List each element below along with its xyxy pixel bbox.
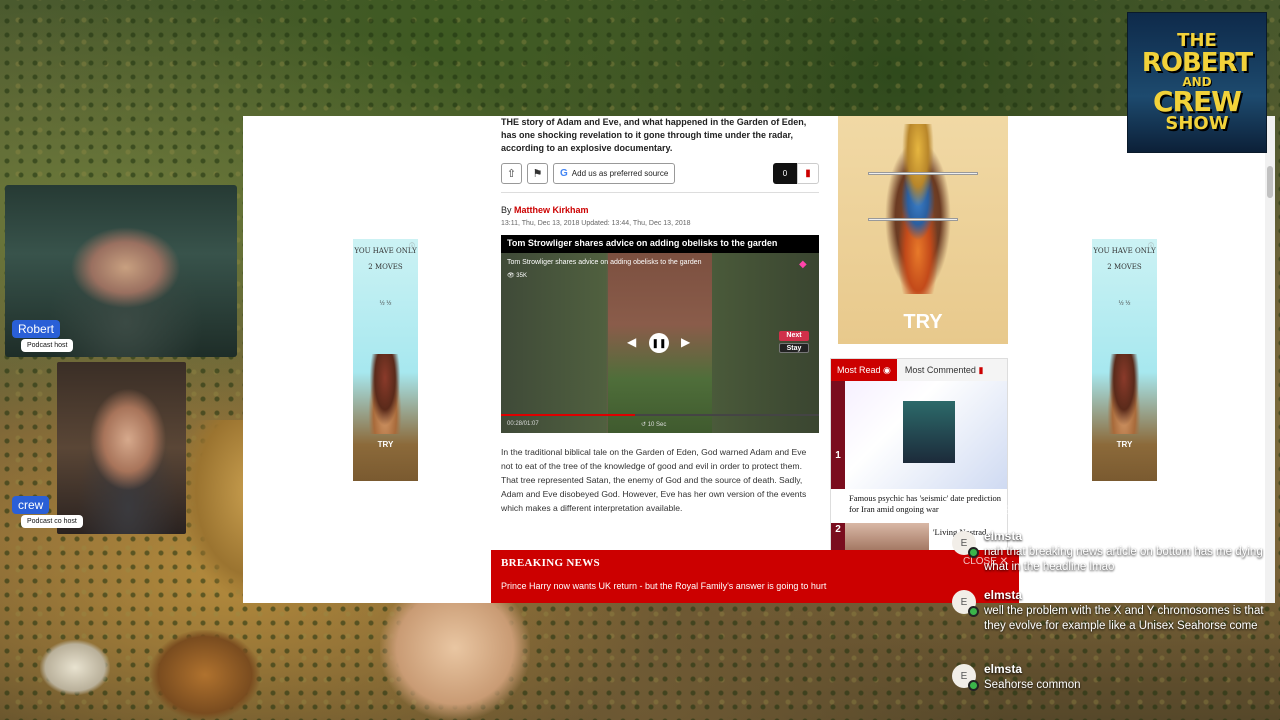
host-role-tag: Podcast host — [21, 339, 74, 352]
logo-line-2: ROBERT — [1141, 48, 1253, 78]
list-item[interactable]: 1 Famous psychic has 'seismic' date pred… — [831, 381, 1007, 521]
comment-icon: ▮ — [978, 364, 984, 375]
ad-pin-2 — [868, 218, 958, 221]
ad-figure — [1106, 354, 1142, 434]
chat-text: well the problem with the X and Y chromo… — [984, 605, 1264, 632]
breaking-news-headline[interactable]: Prince Harry now wants UK return - but t… — [501, 581, 826, 591]
video-frame[interactable]: Tom Strowliger shares advice on adding o… — [501, 253, 819, 433]
ad-try-button[interactable]: TRY — [838, 311, 1008, 334]
ad-info-icon[interactable]: ⓘ — [1148, 241, 1154, 250]
comment-icon: ▮ — [797, 163, 819, 184]
fawn-painting — [150, 630, 260, 720]
most-read-tabs: Most Read ◉ Most Commented ▮ — [831, 359, 1007, 381]
preferred-source-button[interactable]: G Add us as preferred source — [553, 163, 676, 184]
chat-previous-message: Ezekiel is a Christian book no? — [1005, 503, 1170, 517]
tab-most-commented-label: Most Commented — [904, 365, 976, 375]
byline-by: By — [501, 205, 512, 215]
logo-line-4: CREW — [1152, 85, 1242, 118]
ad-figure — [878, 124, 958, 294]
video-view-count: 35K — [516, 273, 527, 279]
breaking-news-banner[interactable]: BREAKING NEWS Prince Harry now wants UK … — [491, 550, 1019, 603]
video-skip-label: 10 Sec — [647, 422, 667, 428]
video-subtitle: Tom Strowliger shares advice on adding o… — [507, 259, 702, 266]
ad-pin-1 — [868, 172, 978, 175]
chat-message: E elmsta Seahorse common — [952, 662, 1270, 698]
chat-username: elmsta — [984, 662, 1023, 676]
tab-most-read-label: Most Read — [837, 365, 881, 375]
ad-try-button[interactable]: TRY — [353, 440, 418, 449]
avatar: E — [952, 590, 979, 617]
previous-icon[interactable]: ◀ — [627, 335, 636, 349]
ad-info-icon[interactable]: ⓘ — [409, 241, 415, 250]
video-brand-icon: ◆ — [799, 259, 807, 270]
logo-line-5: SHOW — [1165, 113, 1229, 134]
chat-text: Seahorse common — [984, 679, 1081, 691]
breaking-news-label: BREAKING NEWS — [501, 557, 600, 569]
article-lead: THE story of Adam and Eve, and what happ… — [501, 117, 807, 153]
scrollbar-thumb[interactable] — [1267, 166, 1273, 198]
tab-most-read[interactable]: Most Read ◉ — [831, 359, 897, 381]
chat-username: elmsta — [984, 588, 1023, 602]
avatar-letter: E — [960, 670, 968, 682]
host-name-tag: Robert — [12, 320, 61, 338]
byline: By Matthew Kirkham — [501, 205, 819, 215]
comments-button[interactable]: 0 ▮ — [773, 163, 819, 184]
chat-text: nah that breaking news article on bottom… — [984, 546, 1263, 573]
thumbnail-figure — [903, 401, 955, 463]
ad-figure — [367, 354, 403, 434]
chat-message: E elmsta well the problem with the X and… — [952, 588, 1270, 653]
preferred-source-label: Add us as preferred source — [571, 169, 669, 178]
author-link[interactable]: Matthew Kirkham — [514, 205, 589, 215]
article-headline: Famous psychic has 'seismic' date predic… — [849, 493, 1002, 514]
pause-button[interactable]: ❚❚ — [649, 333, 669, 353]
ad-small-text: ½ ½ — [379, 301, 392, 307]
ad-try-button[interactable]: TRY — [1092, 440, 1157, 449]
sidebar-ad[interactable]: TRY — [838, 116, 1008, 344]
video-title: Tom Strowliger shares advice on adding o… — [501, 235, 819, 253]
avatar-letter: E — [960, 537, 968, 549]
ad-small-text: ½ ½ — [1118, 301, 1131, 307]
article-dates: 13:11, Thu, Dec 13, 2018 Updated: 13:44,… — [501, 220, 691, 227]
badge-icon — [968, 680, 979, 691]
video-progress-fill — [501, 414, 635, 416]
video-time: 00:28/01:07 — [507, 421, 539, 427]
next-icon[interactable]: ▶ — [681, 335, 690, 349]
article-toolbar: ⇧ ⚑ G Add us as preferred source 0 ▮ — [501, 163, 819, 184]
badge-icon — [968, 606, 979, 617]
side-ad-left[interactable]: ⓘ YOU HAVE ONLY 2 MOVES ½ ½ TRY — [353, 239, 418, 481]
video-views: 👁 35K — [507, 273, 527, 279]
share-icon[interactable]: ⇧ — [501, 163, 522, 184]
google-icon: G — [560, 168, 568, 179]
tab-most-commented[interactable]: Most Commented ▮ — [896, 359, 1007, 381]
article-thumbnail — [845, 381, 1007, 489]
cohost-name-tag: crew — [12, 496, 50, 514]
video-progress-bar[interactable] — [501, 414, 819, 416]
badge-icon — [968, 547, 979, 558]
lamb-painting — [40, 640, 110, 695]
ad-text-2: 2 MOVES — [368, 263, 403, 271]
figure-painting — [380, 600, 530, 720]
stay-button[interactable]: Stay — [779, 343, 809, 353]
video-player[interactable]: Tom Strowliger shares advice on adding o… — [501, 235, 819, 433]
avatar: E — [952, 664, 979, 691]
avatar: E — [952, 531, 979, 558]
video-skip[interactable]: ↺ 10 Sec — [641, 421, 666, 428]
cohost-role-tag: Podcast co host — [21, 515, 83, 528]
show-logo: THE ROBERT AND CREW SHOW — [1127, 12, 1267, 153]
chat-username: elmsta — [984, 529, 1023, 543]
eye-icon: ◉ — [883, 364, 891, 375]
article: THE story of Adam and Eve, and what happ… — [501, 116, 819, 515]
next-video-button[interactable]: Next — [779, 331, 809, 341]
webcam-crew — [57, 362, 186, 534]
article-body: In the traditional biblical tale on the … — [501, 447, 807, 513]
side-ad-right[interactable]: ⓘ YOU HAVE ONLY 2 MOVES ½ ½ TRY — [1092, 239, 1157, 481]
bookmark-icon[interactable]: ⚑ — [527, 163, 548, 184]
divider — [501, 192, 819, 193]
chat-message: E elmsta nah that breaking news article … — [952, 529, 1270, 579]
avatar-letter: E — [960, 596, 968, 608]
ad-text-2: 2 MOVES — [1107, 263, 1142, 271]
rank-number: 1 — [831, 381, 845, 489]
comment-count: 0 — [773, 163, 797, 184]
